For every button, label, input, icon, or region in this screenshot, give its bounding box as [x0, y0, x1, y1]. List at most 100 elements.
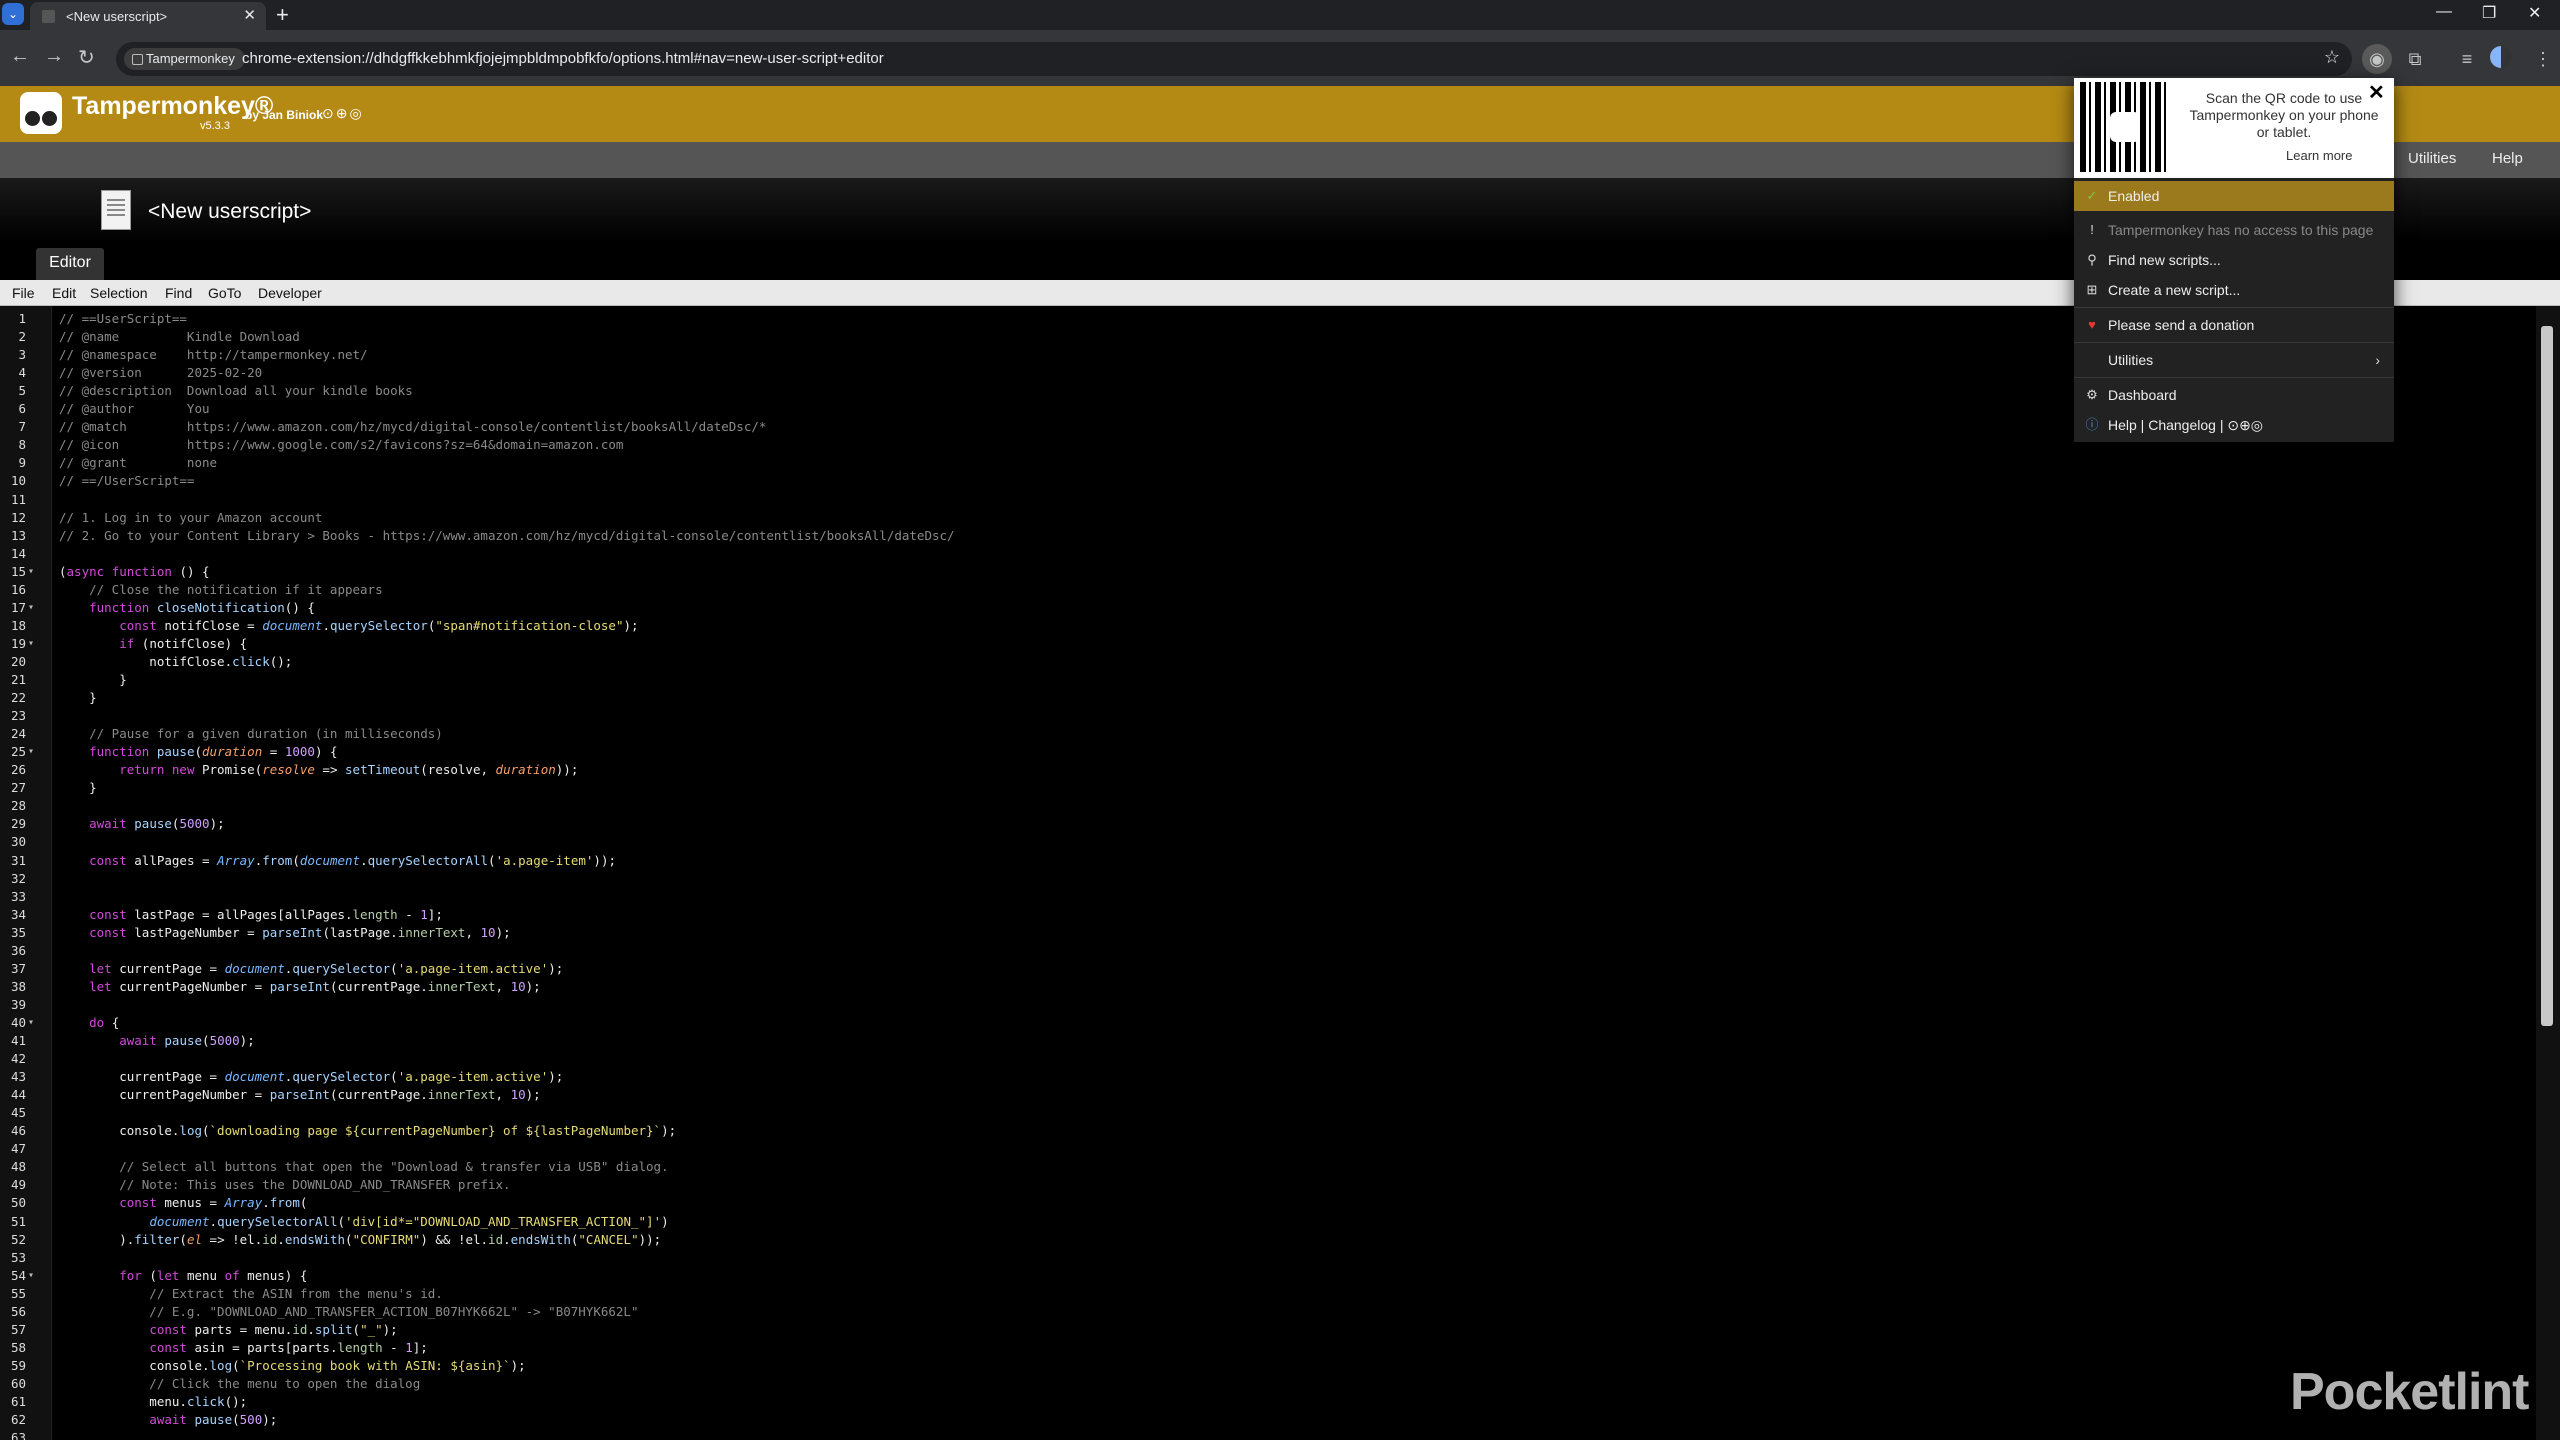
tab-search-button[interactable]: ⌄: [2, 3, 24, 25]
code-line[interactable]: 52 ).filter(el => !el.id.endsWith("CONFI…: [0, 1231, 2520, 1249]
code-line[interactable]: 13 // 2. Go to your Content Library > Boo…: [0, 527, 2520, 545]
code-line[interactable]: 43 currentPage = document.querySelector(…: [0, 1068, 2520, 1086]
menu-selection[interactable]: Selection: [90, 285, 148, 301]
new-tab-button[interactable]: +: [276, 2, 289, 28]
code-line[interactable]: 49 // Note: This uses the DOWNLOAD_AND_T…: [0, 1176, 2520, 1194]
menu-find[interactable]: Find: [165, 285, 192, 301]
window-close-icon[interactable]: ✕: [2528, 3, 2541, 23]
code-line[interactable]: 56 // E.g. "DOWNLOAD_AND_TRANSFER_ACTION…: [0, 1303, 2520, 1321]
code-line[interactable]: 21 }: [0, 671, 2520, 689]
menu-edit[interactable]: Edit: [52, 285, 76, 301]
code-line[interactable]: 11: [0, 491, 2520, 509]
code-line[interactable]: 51 document.querySelectorAll('div[id*="D…: [0, 1213, 2520, 1231]
code-line[interactable]: 39: [0, 996, 2520, 1014]
code-line[interactable]: 22 }: [0, 689, 2520, 707]
fold-arrow-icon[interactable]: ▾: [28, 563, 34, 581]
code-line[interactable]: 17 ▾ function closeNotification() {: [0, 599, 2520, 617]
code-line[interactable]: 44 currentPageNumber = parseInt(currentP…: [0, 1086, 2520, 1104]
code-line[interactable]: 35 const lastPageNumber = parseInt(lastP…: [0, 924, 2520, 942]
code-line[interactable]: 50 const menus = Array.from(: [0, 1194, 2520, 1212]
code-line[interactable]: 36: [0, 942, 2520, 960]
code-line[interactable]: 26 return new Promise(resolve => setTime…: [0, 761, 2520, 779]
menu-goto[interactable]: GoTo: [208, 285, 241, 301]
code-line[interactable]: 60 // Click the menu to open the dialog: [0, 1375, 2520, 1393]
omnibox[interactable]: Tampermonkey chrome-extension://dhdgffkk…: [116, 42, 2352, 76]
minimize-icon[interactable]: —: [2436, 3, 2452, 21]
code-line[interactable]: 28: [0, 797, 2520, 815]
tampermonkey-extension-icon[interactable]: ◉: [2362, 44, 2392, 74]
social-links-icon[interactable]: ⊙⊕◎: [322, 105, 364, 122]
profile-avatar[interactable]: [2490, 46, 2512, 68]
code-line[interactable]: 45: [0, 1104, 2520, 1122]
code-line[interactable]: 18 const notifClose = document.querySele…: [0, 617, 2520, 635]
code-line[interactable]: 42: [0, 1050, 2520, 1068]
code-line[interactable]: 30: [0, 833, 2520, 851]
qr-close-icon[interactable]: ✕: [2368, 80, 2385, 105]
code-line[interactable]: 54 ▾ for (let menu of menus) {: [0, 1267, 2520, 1285]
code-line[interactable]: 32: [0, 870, 2520, 888]
code-line[interactable]: 23: [0, 707, 2520, 725]
tab-close-icon[interactable]: ✕: [243, 6, 256, 24]
code-line[interactable]: 20 notifClose.click();: [0, 653, 2520, 671]
browser-tab[interactable]: <New userscript> ✕: [30, 2, 266, 30]
code-line[interactable]: 14: [0, 545, 2520, 563]
extensions-puzzle-icon[interactable]: ⧉: [2400, 44, 2430, 74]
code-line[interactable]: 62 await pause(500);: [0, 1411, 2520, 1429]
fold-arrow-icon[interactable]: ▾: [28, 743, 34, 761]
fold-arrow-icon[interactable]: ▾: [28, 1267, 34, 1285]
code-line[interactable]: 16 // Close the notification if it appea…: [0, 581, 2520, 599]
forward-icon[interactable]: →: [44, 45, 64, 68]
dashboard-item[interactable]: ⚙ Dashboard: [2074, 380, 2394, 410]
utilities-item[interactable]: Utilities ›: [2074, 345, 2394, 375]
code-line[interactable]: 29 await pause(5000);: [0, 815, 2520, 833]
url-text[interactable]: chrome-extension://dhdgffkkebhmkfjojejmp…: [242, 50, 884, 67]
restore-icon[interactable]: ❐: [2482, 3, 2496, 23]
code-line[interactable]: 37 let currentPage = document.querySelec…: [0, 960, 2520, 978]
back-icon[interactable]: ←: [10, 45, 30, 68]
code-line[interactable]: 10 // ==/UserScript==: [0, 472, 2520, 490]
bookmark-star-icon[interactable]: ☆: [2324, 47, 2340, 68]
menu-developer[interactable]: Developer: [258, 285, 322, 301]
nav-utilities[interactable]: Utilities: [2408, 150, 2456, 167]
code-line[interactable]: 19 ▾ if (notifClose) {: [0, 635, 2520, 653]
code-line[interactable]: 25 ▾ function pause(duration = 1000) {: [0, 743, 2520, 761]
code-line[interactable]: 15 ▾ (async function () {: [0, 563, 2520, 581]
help-changelog-item[interactable]: ⓘ Help | Changelog | ⊙⊕◎: [2074, 410, 2394, 440]
code-line[interactable]: 55 // Extract the ASIN from the menu's i…: [0, 1285, 2520, 1303]
code-line[interactable]: 31 const allPages = Array.from(document.…: [0, 852, 2520, 870]
fold-arrow-icon[interactable]: ▾: [28, 1014, 34, 1032]
code-line[interactable]: 57 const parts = menu.id.split("_");: [0, 1321, 2520, 1339]
code-line[interactable]: 47: [0, 1140, 2520, 1158]
browser-menu-icon[interactable]: ⋮: [2528, 44, 2558, 74]
enabled-toggle[interactable]: ✓ Enabled: [2074, 181, 2394, 211]
code-line[interactable]: 38 let currentPageNumber = parseInt(curr…: [0, 978, 2520, 996]
code-line[interactable]: 48 // Select all buttons that open the "…: [0, 1158, 2520, 1176]
code-line[interactable]: 53: [0, 1249, 2520, 1267]
find-new-scripts-item[interactable]: ⚲ Find new scripts...: [2074, 245, 2394, 275]
code-line[interactable]: 58 const asin = parts[parts.length - 1];: [0, 1339, 2520, 1357]
menu-file[interactable]: File: [12, 285, 35, 301]
scrollbar-thumb[interactable]: [2541, 326, 2553, 1026]
code-editor[interactable]: 1 // ==UserScript== 2 // @name Kindle Downl…: [0, 306, 2560, 1440]
code-line[interactable]: 41 await pause(5000);: [0, 1032, 2520, 1050]
code-line[interactable]: 33: [0, 888, 2520, 906]
create-script-item[interactable]: ⊞ Create a new script...: [2074, 275, 2394, 305]
code-line[interactable]: 61 menu.click();: [0, 1393, 2520, 1411]
editor-scrollbar[interactable]: [2536, 306, 2560, 1440]
learn-more-link[interactable]: Learn more: [2286, 148, 2352, 163]
code-line[interactable]: 46 console.log(`downloading page ${curre…: [0, 1122, 2520, 1140]
code-line[interactable]: 59 console.log(`Processing book with ASI…: [0, 1357, 2520, 1375]
site-info-chip[interactable]: Tampermonkey: [124, 48, 245, 70]
code-line[interactable]: 9 // @grant none: [0, 454, 2520, 472]
code-line[interactable]: 63: [0, 1429, 2520, 1440]
media-controls-icon[interactable]: ≡: [2452, 44, 2482, 74]
donation-item[interactable]: ♥ Please send a donation: [2074, 310, 2394, 340]
nav-help[interactable]: Help: [2492, 150, 2523, 167]
tab-editor[interactable]: Editor: [36, 248, 104, 280]
code-line[interactable]: 40 ▾ do {: [0, 1014, 2520, 1032]
code-line[interactable]: 27 }: [0, 779, 2520, 797]
fold-arrow-icon[interactable]: ▾: [28, 599, 34, 617]
fold-arrow-icon[interactable]: ▾: [28, 635, 34, 653]
code-line[interactable]: 24 // Pause for a given duration (in mil…: [0, 725, 2520, 743]
code-line[interactable]: 12 // 1. Log in to your Amazon account: [0, 509, 2520, 527]
